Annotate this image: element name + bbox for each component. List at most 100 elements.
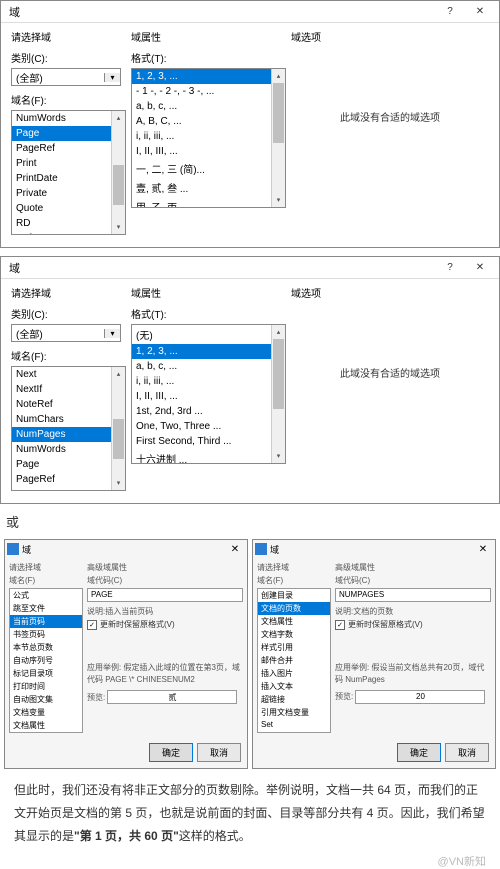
- list-item[interactable]: 文档属性: [10, 719, 82, 732]
- list-item[interactable]: Ask: [258, 730, 330, 733]
- scroll-down-icon[interactable]: ▾: [112, 476, 125, 490]
- scroll-down-icon[interactable]: ▾: [112, 220, 125, 234]
- list-item[interactable]: 文档属性: [258, 615, 330, 628]
- ok-button[interactable]: 确定: [149, 743, 193, 762]
- list-item[interactable]: 跳至文件: [10, 602, 82, 615]
- list-item[interactable]: (无): [132, 325, 285, 344]
- scrollbar[interactable]: ▴ ▾: [271, 325, 285, 463]
- list-item[interactable]: i, ii, iii, ...: [132, 129, 285, 144]
- list-item[interactable]: NoteRef: [12, 397, 125, 412]
- field-name-listbox[interactable]: NumWords Page PageRef Print PrintDate Pr…: [11, 110, 126, 235]
- list-item-selected[interactable]: 文档的页数: [258, 602, 330, 615]
- scroll-down-icon[interactable]: ▾: [272, 193, 285, 207]
- format-listbox[interactable]: (无) 1, 2, 3, ... a, b, c, ... i, ii, iii…: [131, 324, 286, 464]
- cancel-button[interactable]: 取消: [197, 743, 241, 762]
- list-item[interactable]: 十六进制 ...: [132, 449, 285, 464]
- list-item[interactable]: One, Two, Three ...: [132, 419, 285, 434]
- field-code-input[interactable]: PAGE: [87, 588, 243, 602]
- list-item[interactable]: Next: [12, 367, 125, 382]
- close-button[interactable]: ✕: [465, 2, 495, 22]
- scroll-thumb[interactable]: [273, 83, 284, 143]
- list-item[interactable]: A, B, C, ...: [132, 114, 285, 129]
- no-options-message: 此域没有合适的域选项: [291, 365, 489, 380]
- list-item[interactable]: 标记目录项: [10, 667, 82, 680]
- list-item[interactable]: 一, 二, 三 (简)...: [132, 159, 285, 178]
- help-button[interactable]: ?: [435, 258, 465, 278]
- preserve-checkbox-row[interactable]: ✓ 更新时保留原格式(V): [87, 619, 243, 630]
- help-button[interactable]: ?: [435, 2, 465, 22]
- list-item[interactable]: PrintDate: [12, 171, 125, 186]
- list-item[interactable]: 插入文本: [258, 680, 330, 693]
- list-item[interactable]: 公式: [10, 589, 82, 602]
- close-button[interactable]: ✕: [473, 544, 493, 555]
- list-item[interactable]: NumWords: [12, 111, 125, 126]
- list-item[interactable]: First Second, Third ...: [132, 434, 285, 449]
- list-item[interactable]: 样式引用: [258, 641, 330, 654]
- scrollbar[interactable]: ▴ ▾: [111, 111, 125, 234]
- list-item[interactable]: Ref: [12, 231, 125, 235]
- list-item[interactable]: Page: [12, 457, 125, 472]
- list-item[interactable]: 壹, 贰, 叁 ...: [132, 178, 285, 197]
- list-item[interactable]: Set: [258, 719, 330, 730]
- field-code-input[interactable]: NUMPAGES: [335, 588, 491, 602]
- list-item[interactable]: i, ii, iii, ...: [132, 374, 285, 389]
- list-item[interactable]: 书签页码: [10, 628, 82, 641]
- field-name-listbox[interactable]: Next NextIf NoteRef NumChars NumPages Nu…: [11, 366, 126, 491]
- list-item[interactable]: NextIf: [12, 382, 125, 397]
- list-item[interactable]: I, II, III, ...: [132, 144, 285, 159]
- list-item-selected[interactable]: 当前页码: [10, 615, 82, 628]
- field-name-listbox[interactable]: 公式 跳至文件 当前页码 书签页码 本节总页数 自动序列号 标记目录项 打印时间…: [9, 588, 83, 733]
- category-combo[interactable]: (全部) ▾: [11, 68, 121, 86]
- close-button[interactable]: ✕: [465, 258, 495, 278]
- list-item-selected[interactable]: Page: [12, 126, 125, 141]
- chevron-down-icon: ▾: [104, 329, 120, 338]
- scroll-thumb[interactable]: [113, 165, 124, 205]
- list-item[interactable]: 插入图片: [258, 667, 330, 680]
- list-item-selected[interactable]: 1, 2, 3, ...: [132, 69, 285, 84]
- list-item[interactable]: 文档变量: [10, 706, 82, 719]
- list-item-selected[interactable]: NumPages: [12, 427, 125, 442]
- list-item[interactable]: 超链接: [258, 693, 330, 706]
- list-item-selected[interactable]: 1, 2, 3, ...: [132, 344, 285, 359]
- list-item[interactable]: 打印时间: [10, 680, 82, 693]
- ok-button[interactable]: 确定: [397, 743, 441, 762]
- cancel-button[interactable]: 取消: [445, 743, 489, 762]
- preserve-checkbox-row[interactable]: ✓ 更新时保留原格式(V): [335, 619, 491, 630]
- scrollbar[interactable]: ▴ ▾: [271, 69, 285, 207]
- field-name-listbox[interactable]: 创建目录 文档的页数 文档属性 文档字数 样式引用 邮件合并 插入图片 插入文本…: [257, 588, 331, 733]
- scroll-up-icon[interactable]: ▴: [272, 325, 285, 339]
- format-listbox[interactable]: 1, 2, 3, ... - 1 -, - 2 -, - 3 -, ... a,…: [131, 68, 286, 208]
- close-button[interactable]: ✕: [225, 544, 245, 555]
- scroll-up-icon[interactable]: ▴: [112, 367, 125, 381]
- list-item[interactable]: 引用文档变量: [258, 706, 330, 719]
- scroll-down-icon[interactable]: ▾: [272, 449, 285, 463]
- list-item[interactable]: PageRef: [12, 472, 125, 487]
- list-item[interactable]: Quote: [12, 201, 125, 216]
- list-item[interactable]: 本节总页数: [10, 641, 82, 654]
- scroll-thumb[interactable]: [273, 339, 284, 409]
- list-item[interactable]: NumWords: [12, 442, 125, 457]
- list-item[interactable]: 创建目录: [10, 732, 82, 733]
- list-item[interactable]: a, b, c, ...: [132, 99, 285, 114]
- list-item[interactable]: I, II, III, ...: [132, 389, 285, 404]
- list-item[interactable]: 创建目录: [258, 589, 330, 602]
- list-item[interactable]: 自动图文集: [10, 693, 82, 706]
- scroll-up-icon[interactable]: ▴: [272, 69, 285, 83]
- list-item[interactable]: a, b, c, ...: [132, 359, 285, 374]
- list-item[interactable]: Private: [12, 186, 125, 201]
- list-item[interactable]: RD: [12, 216, 125, 231]
- scrollbar[interactable]: ▴ ▾: [111, 367, 125, 490]
- list-item[interactable]: 文档字数: [258, 628, 330, 641]
- scroll-up-icon[interactable]: ▴: [112, 111, 125, 125]
- scroll-thumb[interactable]: [113, 419, 124, 459]
- list-item[interactable]: 邮件合并: [258, 654, 330, 667]
- category-combo[interactable]: (全部) ▾: [11, 324, 121, 342]
- list-item[interactable]: PageRef: [12, 141, 125, 156]
- list-item[interactable]: NumChars: [12, 412, 125, 427]
- list-item[interactable]: 1st, 2nd, 3rd ...: [132, 404, 285, 419]
- list-item[interactable]: 甲, 乙, 丙 ...: [132, 197, 285, 208]
- list-item[interactable]: 自动序列号: [10, 654, 82, 667]
- field-name-label: 域名(F): [257, 575, 331, 586]
- list-item[interactable]: Print: [12, 156, 125, 171]
- list-item[interactable]: - 1 -, - 2 -, - 3 -, ...: [132, 84, 285, 99]
